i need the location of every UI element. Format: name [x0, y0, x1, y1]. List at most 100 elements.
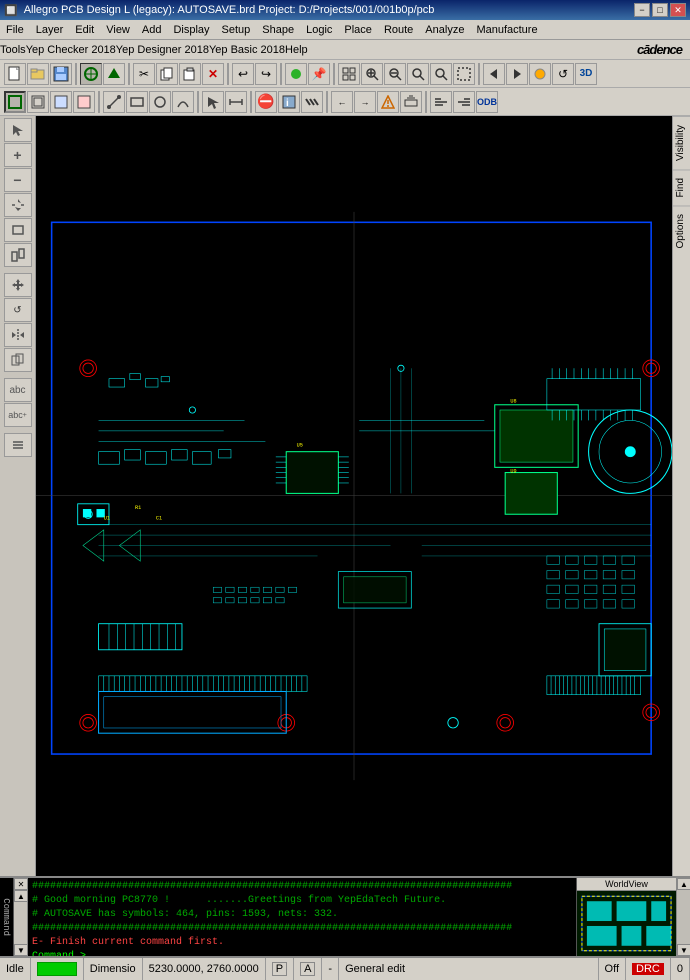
save-button[interactable]: [50, 63, 72, 85]
console-scroll-down[interactable]: ▼: [14, 944, 28, 956]
draw-rect-button[interactable]: [126, 91, 148, 113]
draw-circle-button[interactable]: [149, 91, 171, 113]
menu-shape[interactable]: Shape: [256, 22, 300, 38]
console-close[interactable]: ✕: [14, 878, 28, 890]
snap-button[interactable]: [80, 63, 102, 85]
waive-button[interactable]: [301, 91, 323, 113]
svg-text:U1: U1: [104, 515, 110, 521]
pin-signal-button[interactable]: ←: [331, 91, 353, 113]
side-copy[interactable]: [4, 348, 32, 372]
menu-view[interactable]: View: [100, 22, 136, 38]
side-world[interactable]: [4, 243, 32, 267]
visibility-tab[interactable]: Visibility: [673, 116, 690, 169]
menu-yep-basic[interactable]: Yep Basic 2018: [209, 44, 285, 56]
new-button[interactable]: [4, 63, 26, 85]
open-button[interactable]: [27, 63, 49, 85]
side-label-abc2[interactable]: abc+: [4, 403, 32, 427]
odb-button[interactable]: ODB: [476, 91, 498, 113]
pin-signal2-button[interactable]: →: [354, 91, 376, 113]
menu-route[interactable]: Route: [378, 22, 419, 38]
label-tools: ← →: [331, 91, 422, 113]
rules-left-button[interactable]: [430, 91, 452, 113]
menu-file[interactable]: File: [0, 22, 30, 38]
minimap[interactable]: [577, 891, 676, 956]
menubar: File Layer Edit View Add Display Setup S…: [0, 20, 690, 40]
grid-button[interactable]: [338, 63, 360, 85]
side-magnify[interactable]: [4, 218, 32, 242]
cursor-button[interactable]: [202, 91, 224, 113]
zoom-out-button[interactable]: [384, 63, 406, 85]
minimap-scroll-thumb[interactable]: [677, 890, 690, 944]
paste-button[interactable]: [179, 63, 201, 85]
menu-display[interactable]: Display: [167, 22, 215, 38]
menu-add[interactable]: Add: [136, 22, 168, 38]
menu-place[interactable]: Place: [338, 22, 378, 38]
draw-line-button[interactable]: [103, 91, 125, 113]
menu-manufacture[interactable]: Manufacture: [470, 22, 543, 38]
side-mirror[interactable]: [4, 323, 32, 347]
menu-layer[interactable]: Layer: [30, 22, 70, 38]
measure-button[interactable]: [225, 91, 247, 113]
side-more[interactable]: [4, 433, 32, 457]
menu-analyze[interactable]: Analyze: [419, 22, 470, 38]
stop-button[interactable]: ⛔: [255, 91, 277, 113]
close-button[interactable]: ✕: [670, 3, 686, 17]
copy-button[interactable]: [156, 63, 178, 85]
menu-help[interactable]: Help: [285, 44, 308, 56]
menu-yep-designer[interactable]: Yep Designer 2018: [116, 44, 209, 56]
cut-button[interactable]: ✂: [133, 63, 155, 85]
minimap-scroll-down[interactable]: ▼: [677, 944, 690, 956]
select4-button[interactable]: [73, 91, 95, 113]
3d-button[interactable]: 3D: [575, 63, 597, 85]
side-rotate[interactable]: ↺: [4, 298, 32, 322]
select3-button[interactable]: [50, 91, 72, 113]
side-zoom-in[interactable]: +: [4, 143, 32, 167]
maximize-button[interactable]: □: [652, 3, 668, 17]
titlebar: 🔲 Allegro PCB Design L (legacy): AUTOSAV…: [0, 0, 690, 20]
misc-tools: ⛔ i: [255, 91, 323, 113]
push-button[interactable]: [103, 63, 125, 85]
pcb-canvas-area[interactable]: U1 R1 C1 U5 U8 U9: [36, 116, 672, 876]
reload-button[interactable]: ↺: [552, 63, 574, 85]
menu-yep-checker[interactable]: Yep Checker 2018: [26, 44, 116, 56]
zoom-fit-button[interactable]: [407, 63, 429, 85]
status-dimension: Dimensio: [84, 958, 143, 980]
options-tab[interactable]: Options: [673, 205, 690, 256]
delete-button[interactable]: ✕: [202, 63, 224, 85]
pin-button[interactable]: 📌: [308, 63, 330, 85]
side-label-abc[interactable]: abc: [4, 378, 32, 402]
find-tab[interactable]: Find: [673, 169, 690, 205]
console-scroll-up[interactable]: ▲: [14, 890, 28, 902]
drc-button[interactable]: [377, 91, 399, 113]
zoom-in-button[interactable]: [361, 63, 383, 85]
minimap-scroll-up[interactable]: ▲: [677, 878, 690, 890]
inspect-button[interactable]: i: [278, 91, 300, 113]
undo-button[interactable]: ↩: [232, 63, 254, 85]
console-line-2: # Good morning PC8770 ! .......Greetings…: [32, 894, 572, 908]
toolbar-sep4: [280, 63, 282, 85]
zoom-prev-button[interactable]: [430, 63, 452, 85]
menu-setup[interactable]: Setup: [216, 22, 257, 38]
select-button[interactable]: [4, 91, 26, 113]
console-output[interactable]: ########################################…: [28, 878, 576, 956]
zoom-area-button[interactable]: [453, 63, 475, 85]
menu-logic[interactable]: Logic: [300, 22, 338, 38]
toolbar-sep3: [227, 63, 229, 85]
draw-arc-button[interactable]: [172, 91, 194, 113]
waive2-button[interactable]: [400, 91, 422, 113]
redo-button[interactable]: ↪: [255, 63, 277, 85]
side-zoom-out[interactable]: −: [4, 168, 32, 192]
minimize-button[interactable]: −: [634, 3, 650, 17]
side-move[interactable]: [4, 273, 32, 297]
layer-next-button[interactable]: [506, 63, 528, 85]
menu-tools[interactable]: Tools: [0, 44, 26, 56]
menu-edit[interactable]: Edit: [69, 22, 100, 38]
highlight-button[interactable]: [529, 63, 551, 85]
toolbar2-sep1: [98, 91, 100, 113]
side-pan[interactable]: [4, 193, 32, 217]
rules-right-button[interactable]: [453, 91, 475, 113]
side-select[interactable]: [4, 118, 32, 142]
select2-button[interactable]: [27, 91, 49, 113]
layer-prev-button[interactable]: [483, 63, 505, 85]
ratsnest-button[interactable]: [285, 63, 307, 85]
